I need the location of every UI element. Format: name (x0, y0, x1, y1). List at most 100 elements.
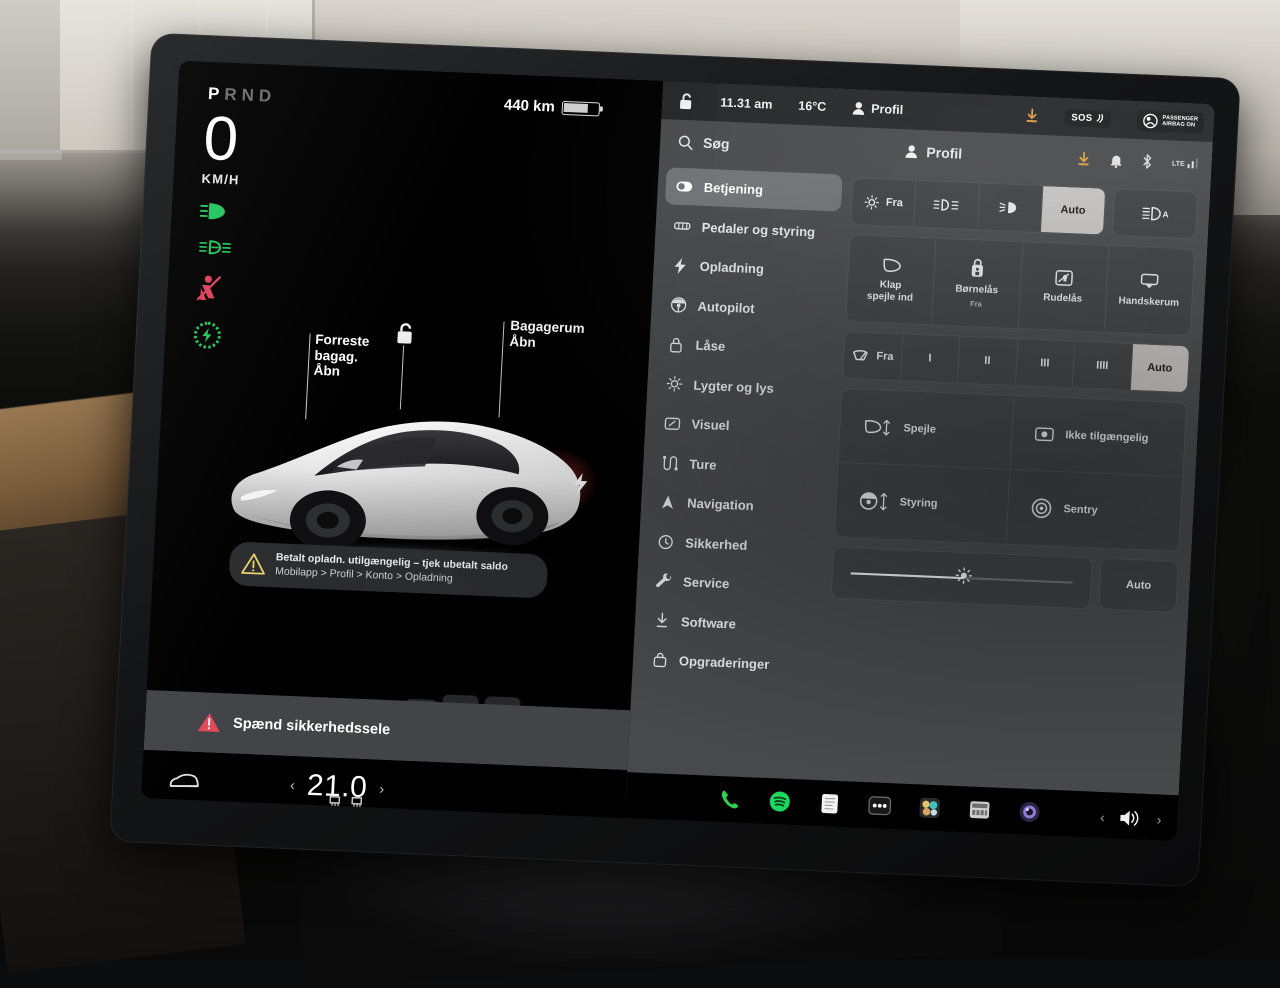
wiper-speed-4-button[interactable]: IIII (1073, 342, 1133, 390)
sidebar-item-sikkerhed[interactable]: Sikkerhed (646, 522, 824, 566)
lock-icon (667, 336, 685, 353)
volume-decrease-button[interactable]: ‹ (1100, 809, 1106, 825)
ready-to-drive-icon (193, 321, 222, 350)
wiper-speed-1-button[interactable]: I (901, 334, 961, 382)
steering-wheel-icon (669, 297, 687, 314)
profile-status-button[interactable]: Profil (852, 101, 904, 117)
camera-icon[interactable] (1017, 800, 1042, 825)
volume-control[interactable]: ‹ › (1100, 807, 1162, 830)
low-beam-headlight-icon (199, 202, 230, 221)
temp-increase-button[interactable]: › (379, 780, 385, 797)
sidebar-item-service[interactable]: Service (644, 562, 822, 606)
airbag-icon (1143, 113, 1159, 129)
window-lock-icon (1054, 269, 1074, 288)
sidebar-item-pedaler-og-styring[interactable]: Pedaler og styring (663, 207, 841, 251)
spotify-icon[interactable] (767, 789, 792, 814)
child-lock-state: Fra (970, 299, 982, 308)
sentry-mode-cell[interactable]: Sentry (1007, 470, 1183, 551)
search-input[interactable]: Søg (703, 135, 730, 152)
more-dots-icon[interactable] (867, 793, 892, 818)
lock-controls-group: Klap spejle ind Børnelås Fra (845, 234, 1195, 336)
wipers-auto-button[interactable]: Auto (1130, 344, 1189, 392)
callout-front-trunk[interactable]: Forreste bagag. Åbn (313, 332, 369, 381)
sidebar-item-lase[interactable]: Låse (657, 325, 835, 369)
sentry-mode-icon (1030, 497, 1053, 520)
gear-selector-prnd[interactable]: PRND (208, 84, 277, 107)
sidebar-item-navigation[interactable]: Navigation (648, 483, 826, 527)
apps-icon[interactable] (917, 795, 942, 820)
glovebox-icon (1139, 272, 1160, 291)
camera-status-label: Ikke tilgængelig (1065, 429, 1149, 444)
search-icon[interactable] (678, 134, 694, 150)
download-icon[interactable] (1077, 151, 1092, 167)
wipers-off-button[interactable]: Fra (843, 332, 903, 380)
brightness-slider[interactable] (830, 547, 1093, 610)
seatbelt-warning-icon (195, 274, 222, 303)
unlock-status-icon[interactable] (678, 92, 695, 111)
sidebar-item-autopilot[interactable]: Autopilot (659, 286, 837, 330)
sidebar-item-label: Sikkerhed (685, 535, 748, 553)
slider-track[interactable] (851, 572, 1073, 583)
low-beam-button[interactable] (978, 183, 1044, 232)
person-icon (905, 144, 919, 159)
glovebox-tile[interactable]: Handskerum (1105, 246, 1195, 335)
sos-badge[interactable]: SOS (1065, 108, 1112, 127)
sidebar-item-visuel[interactable]: Visuel (652, 404, 830, 448)
bluetooth-icon[interactable] (1142, 153, 1154, 169)
phone-icon[interactable] (717, 787, 742, 812)
passenger-airbag-badge: PASSENGER AIRBAG ON (1137, 109, 1205, 133)
media-icon[interactable] (967, 797, 992, 822)
sidebar-item-opgraderinger[interactable]: Opgraderinger (640, 641, 818, 685)
svg-text:A: A (1162, 209, 1169, 219)
sidebar-item-betjening[interactable]: Betjening (665, 167, 843, 211)
seatbelt-warning-label: Spænd sikkerhedssele (233, 716, 391, 739)
panel-profile-button[interactable]: Profil (905, 143, 963, 161)
lights-auto-button[interactable]: Auto (1041, 186, 1106, 235)
lights-off-button[interactable]: Fra (851, 178, 917, 227)
clock: 11.31 am (720, 95, 773, 111)
panel-status-icons: LTE (1077, 150, 1198, 171)
settings-panel: 11.31 am 16°C Profil SOS (625, 81, 1215, 841)
sidebar-item-ture[interactable]: Ture (650, 443, 828, 487)
bell-icon[interactable] (1110, 152, 1124, 168)
volume-icon[interactable] (1118, 808, 1143, 829)
volume-increase-button[interactable]: › (1156, 811, 1162, 827)
notes-icon[interactable] (817, 791, 842, 816)
sidebar-item-lygter-og-lys[interactable]: Lygter og lys (655, 365, 833, 409)
shield-clock-icon (657, 534, 675, 550)
brightness-auto-button[interactable]: Auto (1098, 558, 1179, 613)
camera-cell[interactable]: Ikke tilgængelig (1010, 396, 1186, 477)
unlock-icon[interactable] (394, 321, 417, 346)
lights-auto-label: Auto (1060, 204, 1086, 217)
sidebar-item-opladning[interactable]: Opladning (661, 246, 839, 290)
steering-adjust-cell[interactable]: Styring (835, 463, 1011, 544)
tesla-touchscreen[interactable]: PRND 0 KM/H 440 km (141, 61, 1215, 841)
steering-adjust-label: Styring (899, 496, 938, 510)
mirrors-adjust-cell[interactable]: Spejle (839, 389, 1015, 470)
fog-light-icon (198, 239, 233, 256)
wiper-speed-group: Fra I II III IIII Auto (842, 331, 1190, 393)
auto-high-beam-button[interactable]: A (1113, 189, 1197, 238)
sidebar-item-software[interactable]: Software (642, 601, 820, 645)
car-controls-icon[interactable] (168, 771, 201, 792)
fold-mirrors-tile[interactable]: Klap spejle ind (846, 235, 937, 324)
window-lock-tile[interactable]: Rudelås (1018, 242, 1109, 331)
range-indicator: 440 km (504, 96, 601, 117)
wiper-speed-3-button[interactable]: III (1015, 339, 1075, 387)
temp-decrease-button[interactable]: ‹ (290, 777, 296, 794)
child-lock-tile[interactable]: Børnelås Fra (932, 239, 1023, 328)
wiper-speed-2-button[interactable]: II (958, 337, 1018, 385)
brightness-icon[interactable] (955, 567, 973, 590)
callout-trunk[interactable]: Bagagerum Åbn (509, 318, 585, 352)
parking-lights-button[interactable] (914, 181, 980, 230)
lte-signal-icon[interactable]: LTE (1172, 157, 1198, 168)
garage-wall-left (0, 0, 62, 160)
lights-off-icon (863, 194, 879, 210)
wipers-auto-label: Auto (1147, 362, 1173, 375)
software-download-icon[interactable] (1025, 108, 1040, 124)
wiper-speed-3-label: III (1040, 357, 1050, 369)
settings-sidebar: Betjening Pedaler og styring Opladning (625, 163, 843, 826)
sidebar-item-label: Opgraderinger (679, 653, 770, 672)
tile-line2: spejle ind (867, 290, 914, 304)
sos-label: SOS (1071, 112, 1093, 124)
